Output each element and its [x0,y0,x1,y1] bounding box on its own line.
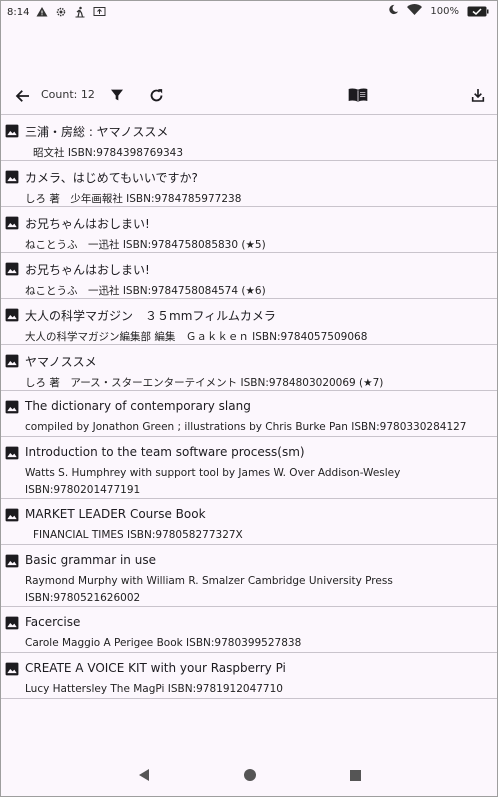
book-title: Basic grammar in use [25,553,156,567]
image-icon [5,169,19,184]
book-details: ISBN:9780521626002 [25,592,141,604]
book-details: しろ 著 少年画報社 ISBN:9784785977238 [25,193,242,205]
book-details: ねことうふ 一迅社 ISBN:9784758085830 (★5) [25,239,266,251]
book-details: Lucy Hattersley The MagPi ISBN:978191204… [25,683,283,695]
book-list-item[interactable]: お兄ちゃんはおしまい! ねことうふ 一迅社 ISBN:9784758085830 … [1,207,497,253]
image-icon [5,123,19,138]
warning-icon [35,5,49,19]
book-title: 大人の科学マガジン ３５mmフィルムカメラ [25,309,276,323]
status-bar: 8:14 100% [1,1,497,23]
image-icon [5,307,19,322]
back-arrow-icon [15,90,29,102]
image-icon [5,507,19,522]
image-icon [5,399,19,414]
do-not-disturb-moon-icon [388,4,399,18]
book-details: 大人の科学マガジン編集部 編集 Ｇａｋｋｅｎ ISBN:978405750906… [25,331,368,343]
book-details: Carole Maggio A Perigee Book ISBN:978039… [25,637,302,649]
book-details: しろ 著 アース・スターエンターテイメント ISBN:9784803020069… [25,377,384,389]
refresh-button[interactable] [143,82,169,108]
book-list-item[interactable]: お兄ちゃんはおしまい! ねことうふ 一迅社 ISBN:9784758084574 … [1,253,497,299]
book-list-item[interactable]: Introduction to the team software proces… [1,437,497,499]
book-list-item[interactable]: ヤマノススメしろ 著 アース・スターエンターテイメント ISBN:9784803… [1,345,497,391]
book-title: The dictionary of contemporary slang [25,399,251,413]
book-list: 三浦・房総 : ヤマノススメ 昭文社 ISBN:9784398769343 カメラ、… [1,115,497,699]
book-title: Facercise [25,615,81,629]
book-title: お兄ちゃんはおしまい! [25,217,150,231]
filter-icon [111,89,123,101]
nav-home-button[interactable] [241,766,259,784]
book-title: お兄ちゃんはおしまい! [25,263,150,277]
screen-upload-icon [92,5,106,19]
circle-home-icon [244,769,256,781]
book-title: MARKET LEADER Course Book [25,507,206,521]
book-list-item[interactable]: CREATE A VOICE KIT with your Raspberry P… [1,653,497,699]
settings-gear-icon [54,5,68,19]
hiker-icon [73,5,87,19]
open-book-icon [348,88,368,102]
refresh-icon [150,88,162,101]
triangle-back-icon [139,769,149,781]
square-recents-icon [349,769,361,781]
status-time: 8:14 [7,6,30,18]
filter-button[interactable] [104,82,130,108]
image-icon [5,615,19,630]
count-label: Count: 12 [41,88,95,101]
book-details: Watts S. Humphrey with support tool by J… [25,467,401,479]
book-list-item[interactable]: MARKET LEADER Course Book FINANCIAL TIMES… [1,499,497,545]
book-list-item[interactable]: 大人の科学マガジン ３５mmフィルムカメラ大人の科学マガジン編集部 編集 Ｇａｋ… [1,299,497,345]
book-details: ISBN:9780201477191 [25,484,141,496]
book-title: ヤマノススメ [25,355,97,369]
book-title: CREATE A VOICE KIT with your Raspberry P… [25,661,286,675]
book-title: カメラ、はじめてもいいですか? [25,171,198,185]
image-icon [5,445,19,460]
image-icon [5,215,19,230]
battery-icon [467,6,489,17]
toolbar: Count: 12 [1,79,497,113]
image-icon [5,261,19,276]
nav-recents-button[interactable] [346,766,364,784]
book-details: 昭文社 ISBN:9784398769343 [33,147,184,159]
book-details: Raymond Murphy with William R. Smalzer C… [25,575,393,587]
battery-level-text: 100% [430,5,459,17]
book-details: FINANCIAL TIMES ISBN:978058277327X [33,529,243,541]
book-view-button[interactable] [345,82,371,108]
image-icon [5,353,19,368]
download-button[interactable] [465,82,491,108]
book-title: Introduction to the team software proces… [25,445,305,459]
book-list-item[interactable]: Basic grammar in use Raymond Murphy with … [1,545,497,607]
book-details: ねことうふ 一迅社 ISBN:9784758084574 (★6) [25,285,266,297]
navigation-bar [1,754,497,796]
image-icon [5,553,19,568]
book-list-item[interactable]: 三浦・房総 : ヤマノススメ昭文社 ISBN:9784398769343 [1,115,497,161]
book-details: compiled by Jonathon Green ; illustratio… [25,421,467,433]
book-list-item[interactable]: Facercise Carole Maggio A Perigee Book IS… [1,607,497,653]
book-title: 三浦・房総 : ヤマノススメ [25,125,169,139]
download-icon [471,89,485,102]
nav-back-button[interactable] [135,766,153,784]
image-icon [5,661,19,676]
wifi-icon [407,4,423,18]
book-list-item[interactable]: The dictionary of contemporary slang comp… [1,391,497,437]
book-list-item[interactable]: カメラ、はじめてもいいですか? しろ 著 少年画報社 ISBN:978478597… [1,161,497,207]
back-button[interactable] [10,83,36,109]
